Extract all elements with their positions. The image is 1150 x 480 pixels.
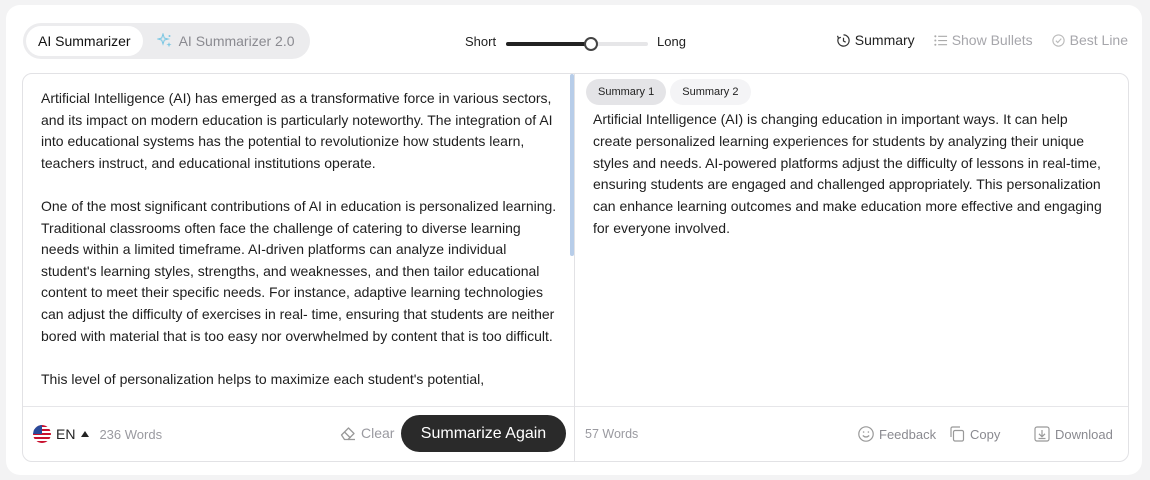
smiley-icon: [858, 426, 874, 442]
feedback-label: Feedback: [879, 426, 937, 442]
caret-up-icon: [81, 431, 90, 437]
mode-label: AI Summarizer: [38, 33, 131, 49]
length-slider-fill: [506, 42, 592, 46]
length-slider[interactable]: [506, 37, 648, 51]
mode-label: AI Summarizer 2.0: [178, 33, 295, 49]
bullets-icon: [934, 34, 947, 46]
language-code: EN: [56, 426, 76, 442]
tab-summary-2[interactable]: Summary 2: [670, 79, 751, 105]
sparkle-icon: [156, 33, 172, 48]
download-icon: [1034, 426, 1050, 442]
copy-label: Copy: [970, 426, 1001, 442]
copy-icon: [950, 426, 965, 442]
summary-output: Artificial Intelligence (AI) is changing…: [593, 111, 1102, 236]
length-long-label: Long: [657, 34, 686, 49]
format-options: Summary Show Bullets Best Line: [836, 32, 1128, 48]
eraser-icon: [340, 427, 355, 441]
clear-label: Clear: [361, 425, 395, 441]
input-paragraph: Artificial Intelligence (AI) has emerged…: [41, 90, 553, 171]
mode-switch: AI Summarizer AI Summarizer 2.0: [23, 23, 310, 59]
input-paragraph: One of the most significant contribution…: [41, 197, 557, 344]
format-show-bullets[interactable]: Show Bullets: [933, 32, 1033, 48]
summarize-again-label: Summarize Again: [420, 424, 547, 442]
copy-button[interactable]: Copy: [948, 425, 1000, 443]
input-footer: EN 236 Words Clear Summarize Again: [23, 406, 574, 461]
output-panel: Summary 1 Summary 2 Artificial Intellige…: [574, 73, 1129, 462]
output-word-count: 57 Words: [585, 427, 639, 441]
summary-icon: [836, 33, 850, 47]
format-summary[interactable]: Summary: [836, 32, 915, 48]
format-label: Show Bullets: [951, 32, 1033, 48]
input-paragraph: This level of personalization helps to m…: [41, 370, 485, 387]
us-flag-icon: [33, 425, 51, 443]
mode-ai-summarizer-2[interactable]: AI Summarizer 2.0: [143, 26, 307, 56]
tab-label: Summary 1: [598, 86, 655, 98]
summary-tabs: Summary 1 Summary 2: [586, 79, 751, 105]
output-footer: 57 Words Feedback Copy Download: [575, 406, 1128, 461]
feedback-button[interactable]: Feedback: [857, 425, 936, 443]
format-label: Summary: [854, 32, 915, 48]
language-selector[interactable]: EN: [33, 425, 90, 443]
tab-label: Summary 2: [682, 86, 739, 98]
best-line-icon: [1051, 33, 1065, 47]
input-word-count: 236 Words: [99, 426, 163, 442]
mode-ai-summarizer[interactable]: AI Summarizer: [26, 26, 143, 56]
length-short-label: Short: [465, 34, 497, 49]
format-label: Best Line: [1069, 32, 1128, 48]
input-panel: Artificial Intelligence (AI) has emerged…: [22, 73, 575, 462]
download-label: Download: [1055, 426, 1113, 442]
clear-button[interactable]: Clear: [339, 424, 394, 442]
download-button[interactable]: Download: [1033, 425, 1113, 443]
tab-summary-1[interactable]: Summary 1: [586, 79, 667, 105]
summarize-again-button[interactable]: Summarize Again: [401, 415, 566, 452]
input-textarea[interactable]: Artificial Intelligence (AI) has emerged…: [41, 88, 559, 408]
format-best-line[interactable]: Best Line: [1051, 32, 1128, 48]
